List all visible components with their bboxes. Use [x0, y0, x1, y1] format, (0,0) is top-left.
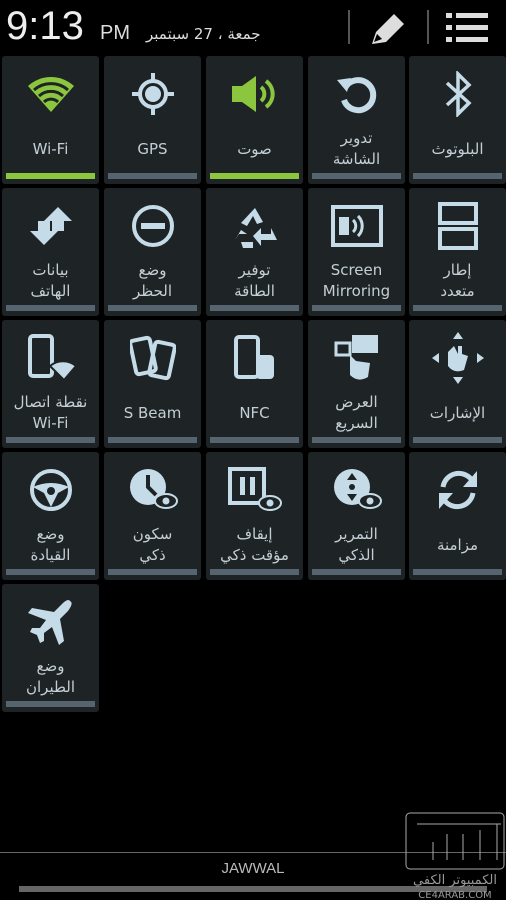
pencil-icon[interactable]	[368, 10, 408, 46]
smart-scroll-icon	[308, 466, 405, 514]
quick-glance-icon	[308, 334, 405, 382]
tile-label: NFC	[239, 403, 270, 422]
tile-screen-mirroring[interactable]: Screen Mirroring	[308, 188, 405, 316]
list-icon[interactable]	[446, 12, 488, 44]
tile-status-bar	[413, 569, 502, 575]
svg-text:الكمبيوتر الكفي: الكمبيوتر الكفي	[413, 873, 497, 888]
data-arrows-icon	[2, 202, 99, 250]
tile-status-bar	[312, 305, 401, 311]
tile-status-bar	[210, 437, 299, 443]
tile-label: وضع الحظر	[132, 261, 172, 300]
tile-speaker[interactable]: صوت	[206, 56, 303, 184]
tile-status-bar	[312, 173, 401, 179]
tile-status-bar	[6, 701, 95, 707]
tile-status-bar	[6, 437, 95, 443]
rotate-icon	[308, 70, 405, 118]
tile-status-bar	[210, 173, 299, 179]
recycle-icon	[206, 202, 303, 250]
tile-recycle[interactable]: توفير الطاقة	[206, 188, 303, 316]
tile-data-arrows[interactable]: بيانات الهاتف	[2, 188, 99, 316]
tile-sync[interactable]: مزامنة	[409, 452, 506, 580]
tile-smart-pause[interactable]: إيقاف مؤقت ذكي	[206, 452, 303, 580]
airplane-icon	[2, 598, 99, 646]
steering-wheel-icon	[2, 466, 99, 514]
tile-label: التمرير الذكي	[335, 525, 378, 564]
tile-bluetooth[interactable]: البلوتوث	[409, 56, 506, 184]
screen-mirroring-icon	[308, 202, 405, 250]
tile-quick-glance[interactable]: العرض السريع	[308, 320, 405, 448]
tile-status-bar	[413, 305, 502, 311]
tile-gps[interactable]: GPS	[104, 56, 201, 184]
svg-text:CE4ARAB.COM: CE4ARAB.COM	[418, 890, 491, 900]
tile-label: تدوير الشاشة	[332, 129, 381, 168]
tile-nfc[interactable]: NFC	[206, 320, 303, 448]
status-bar: 9:13 PM جمعة ، 27 سبتمبر	[0, 0, 506, 54]
smart-pause-icon	[206, 466, 303, 514]
tile-hotspot[interactable]: نقطة اتصال Wi-Fi	[2, 320, 99, 448]
clock: 9:13	[6, 4, 84, 48]
tile-label: توفير الطاقة	[234, 261, 275, 300]
wifi-icon	[2, 70, 99, 118]
tile-smart-scroll[interactable]: التمرير الذكي	[308, 452, 405, 580]
tile-label: العرض السريع	[335, 393, 378, 432]
tile-multi-window[interactable]: إطار متعدد	[409, 188, 506, 316]
bluetooth-icon	[409, 70, 506, 118]
tile-gesture[interactable]: الإشارات	[409, 320, 506, 448]
tile-label: إطار متعدد	[440, 261, 475, 300]
tile-wifi[interactable]: Wi-Fi	[2, 56, 99, 184]
s-beam-icon	[104, 334, 201, 382]
multi-window-icon	[409, 202, 506, 250]
tile-status-bar	[108, 173, 197, 179]
tile-label: Wi-Fi	[32, 139, 69, 158]
tile-label: مزامنة	[436, 535, 479, 554]
block-icon	[104, 202, 201, 250]
tile-status-bar	[6, 305, 95, 311]
tile-label: Screen Mirroring	[322, 261, 391, 300]
watermark-logo: الكمبيوتر الكفي CE4ARAB.COM	[405, 812, 505, 900]
tile-label: الإشارات	[429, 403, 486, 422]
smart-stay-icon	[104, 466, 201, 514]
tile-status-bar	[6, 173, 95, 179]
tile-label: إيقاف مؤقت ذكي	[220, 525, 289, 564]
tile-label: سكون ذكي	[132, 525, 173, 564]
tile-label: البلوتوث	[431, 139, 484, 158]
tile-airplane[interactable]: وضع الطيران	[2, 584, 99, 712]
hotspot-icon	[2, 334, 99, 382]
tile-status-bar	[108, 569, 197, 575]
tile-label: نقطة اتصال Wi-Fi	[13, 393, 88, 432]
date: جمعة ، 27 سبتمبر	[146, 25, 261, 43]
divider	[427, 10, 429, 44]
tile-status-bar	[210, 569, 299, 575]
tile-status-bar	[210, 305, 299, 311]
sync-icon	[409, 466, 506, 514]
tile-label: S Beam	[123, 403, 182, 422]
tile-label: وضع القيادة	[30, 525, 71, 564]
speaker-icon	[206, 70, 303, 118]
nfc-icon	[206, 334, 303, 382]
tile-status-bar	[413, 173, 502, 179]
clock-ampm: PM	[100, 22, 130, 44]
tile-status-bar	[108, 437, 197, 443]
tile-s-beam[interactable]: S Beam	[104, 320, 201, 448]
tile-rotate[interactable]: تدوير الشاشة	[308, 56, 405, 184]
gesture-icon	[409, 332, 506, 384]
tile-label: بيانات الهاتف	[30, 261, 71, 300]
tile-steering-wheel[interactable]: وضع القيادة	[2, 452, 99, 580]
tile-status-bar	[108, 305, 197, 311]
gps-icon	[104, 70, 201, 118]
tile-status-bar	[312, 437, 401, 443]
tile-status-bar	[413, 437, 502, 443]
tile-status-bar	[312, 569, 401, 575]
tile-label: وضع الطيران	[25, 657, 76, 696]
tile-block[interactable]: وضع الحظر	[104, 188, 201, 316]
tile-label: GPS	[137, 139, 168, 158]
divider	[348, 10, 350, 44]
tile-label: صوت	[237, 139, 272, 158]
tile-smart-stay[interactable]: سكون ذكي	[104, 452, 201, 580]
tile-status-bar	[6, 569, 95, 575]
